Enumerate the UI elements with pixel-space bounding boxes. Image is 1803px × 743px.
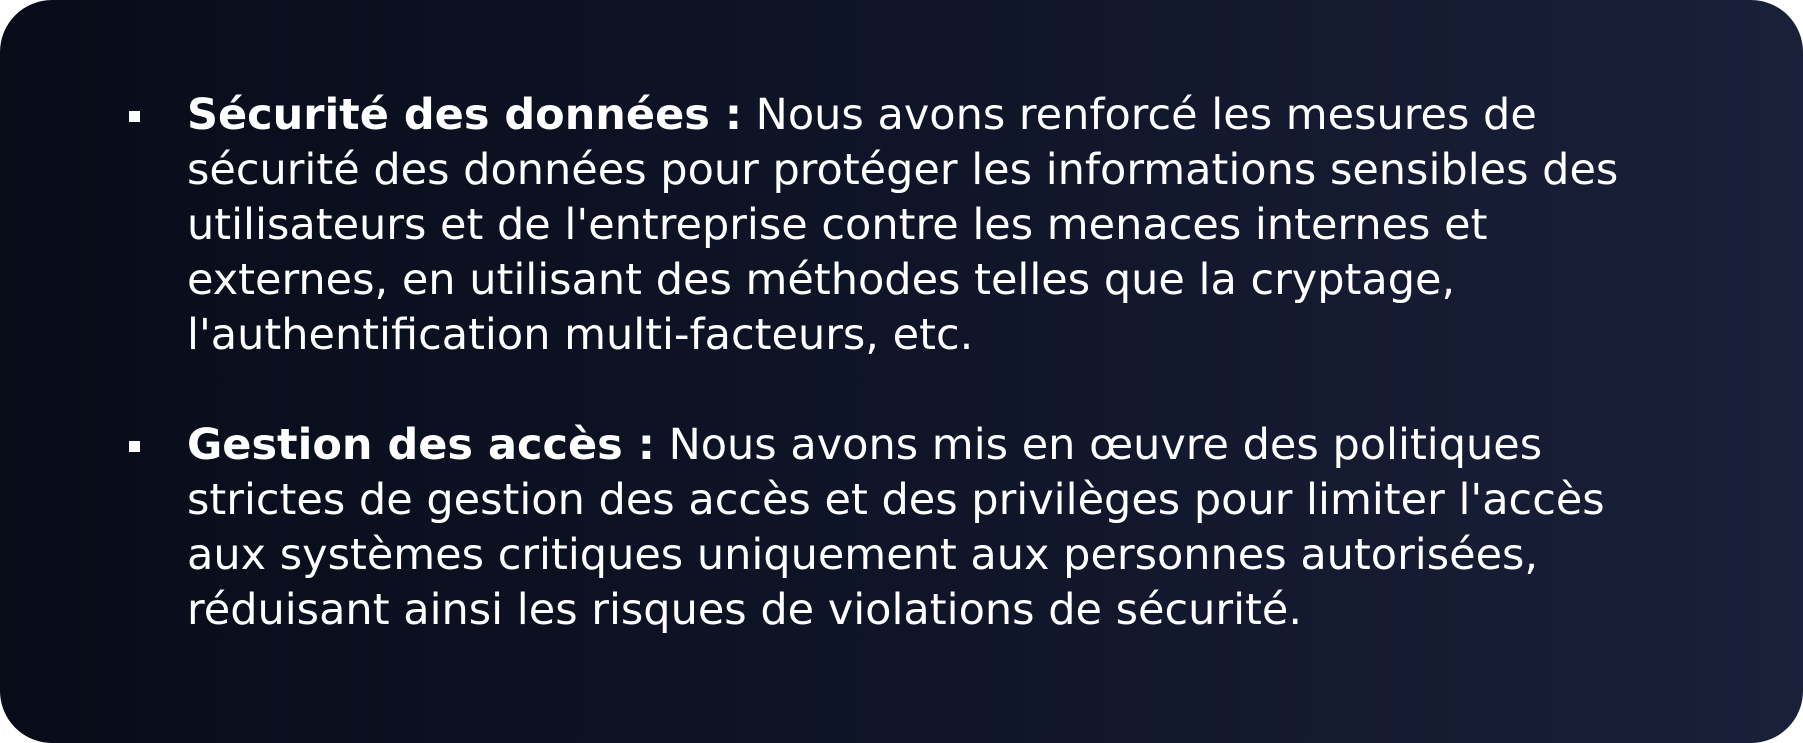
list-item-access-management: Gestion des accès : Nous avons mis en œu… <box>127 418 1707 638</box>
item-text-line: externes, en utilisant des méthodes tell… <box>187 255 1456 305</box>
item-text-line: l'authentification multi-facteurs, etc. <box>187 310 974 360</box>
square-bullet-icon <box>129 111 140 122</box>
item-text: Nous avons renforcé les mesures de <box>742 90 1537 140</box>
bullet-list: Sécurité des données : Nous avons renfor… <box>127 88 1707 638</box>
item-text: Nous avons mis en œuvre des politiques <box>654 420 1543 470</box>
item-first-line: Sécurité des données : Nous avons renfor… <box>187 88 1707 143</box>
item-text-line: réduisant ainsi les risques de violation… <box>187 585 1302 635</box>
list-item-data-security: Sécurité des données : Nous avons renfor… <box>127 88 1707 363</box>
item-text-line: strictes de gestion des accès et des pri… <box>187 475 1605 525</box>
content-card: Sécurité des données : Nous avons renfor… <box>0 0 1803 743</box>
item-text-line: sécurité des données pour protéger les i… <box>187 145 1619 195</box>
item-title: Sécurité des données : <box>187 90 743 140</box>
item-title: Gestion des accès : <box>187 420 655 470</box>
item-first-line: Gestion des accès : Nous avons mis en œu… <box>187 418 1707 473</box>
square-bullet-icon <box>129 441 140 452</box>
item-text-line: aux systèmes critiques uniquement aux pe… <box>187 530 1539 580</box>
item-text-line: utilisateurs et de l'entreprise contre l… <box>187 200 1488 250</box>
